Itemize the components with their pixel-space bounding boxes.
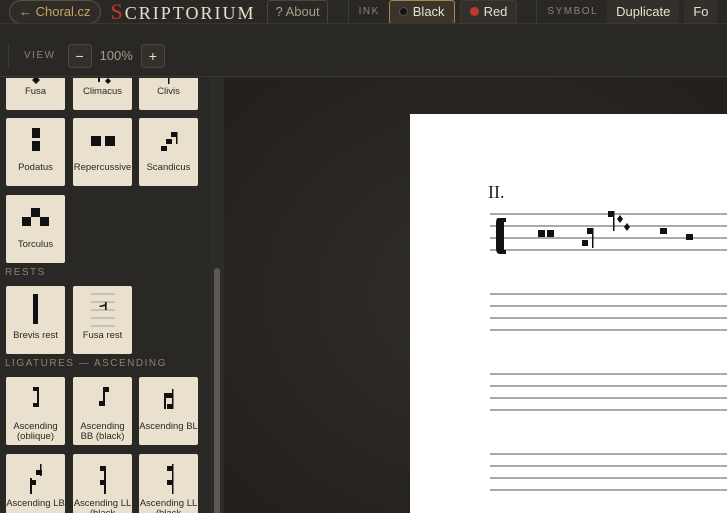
fusa-icon	[31, 78, 40, 84]
view-divider	[8, 43, 9, 69]
tile-label: Repercussive	[73, 162, 132, 173]
tile-label: Fusa rest	[82, 330, 123, 341]
repercussive-icon	[90, 136, 115, 146]
brevis-rest-icon	[32, 294, 38, 324]
tile-label: Clivis	[157, 86, 180, 97]
tile-label: Ascending BB (black)	[80, 421, 125, 442]
palette-tile-ascending-ll-black-2[interactable]: Ascending LL (black	[139, 454, 198, 513]
staff-1	[490, 213, 727, 251]
tile-label: Podatus	[18, 162, 53, 173]
tile-label: Scandicus	[146, 162, 191, 173]
score-sheet[interactable]: II.	[410, 114, 727, 513]
palette-tile-fusa-rest[interactable]: Fusa rest	[73, 286, 132, 354]
app-logo: S CRIPTORIUM	[110, 0, 256, 24]
fusa-rest-icon	[90, 293, 115, 327]
ink-black-label: Black	[412, 4, 445, 19]
fo-button[interactable]: Fo	[684, 0, 718, 23]
palette-tile-podatus[interactable]: Podatus	[6, 118, 65, 186]
rests-section-label: RESTS	[5, 267, 46, 278]
climacus-icon	[97, 78, 111, 84]
ink-black-button[interactable]: Black	[388, 0, 455, 23]
staff-3	[490, 373, 727, 411]
palette-tile-repercussive[interactable]: Repercussive	[73, 118, 132, 186]
staff-area	[490, 211, 727, 491]
torculus-icon	[21, 208, 49, 226]
tile-label: Ascending LB	[6, 498, 65, 509]
back-to-choral-button[interactable]: ← Choral.cz	[9, 0, 101, 23]
ligature-bl-icon	[163, 389, 173, 409]
ligatures-ascending-section-label: LIGATURES — ASCENDING	[5, 358, 167, 369]
c-clef	[496, 218, 506, 254]
ink-red-label: Red	[483, 4, 508, 19]
view-toolbar: VIEW − 100% +	[0, 35, 727, 77]
podatus-icon	[31, 128, 40, 151]
symbol-palette: Fusa Climacus Clivis Podatus Repercussiv…	[0, 78, 210, 513]
ligature-lb-icon	[29, 464, 42, 494]
palette-tile-ascending-bl[interactable]: Ascending BL	[139, 377, 198, 445]
red-dot-icon	[469, 7, 479, 16]
zoom-in-button[interactable]: +	[140, 43, 165, 68]
tile-label: Climacus	[82, 86, 123, 97]
scandicus-icon	[160, 132, 177, 151]
score-canvas[interactable]: II.	[224, 78, 727, 513]
zoom-out-button[interactable]: −	[67, 43, 92, 68]
symbol-label: SYMBOL	[547, 6, 599, 17]
staff-4	[490, 453, 727, 491]
tile-label: Torculus	[17, 239, 54, 250]
palette-tile-ascending-bb[interactable]: Ascending BB (black)	[73, 377, 132, 445]
black-dot-icon	[398, 7, 408, 16]
palette-tile-brevis-rest[interactable]: Brevis rest	[6, 286, 65, 354]
logo-rest: CRIPTORIUM	[124, 2, 256, 23]
tile-label: Ascending LL (black	[73, 498, 132, 513]
ligature-bb-icon	[98, 387, 109, 406]
ligature-ll-black-2-icon	[166, 464, 173, 494]
palette-scrollbar[interactable]	[210, 78, 224, 513]
toolbar-divider	[536, 0, 538, 23]
palette-tile-ascending-oblique[interactable]: Ascending (oblique)	[6, 377, 65, 445]
palette-tile-clivis[interactable]: Clivis	[139, 78, 198, 110]
tile-label: Brevis rest	[13, 330, 58, 341]
duplicate-button[interactable]: Duplicate	[607, 0, 680, 23]
tile-label: Ascending (oblique)	[13, 421, 58, 442]
toolbar-divider	[347, 0, 349, 23]
tile-label: Ascending LL (black	[139, 498, 198, 513]
about-button[interactable]: ? About	[267, 0, 328, 23]
staff-2	[490, 293, 727, 331]
palette-tile-ascending-lb[interactable]: Ascending LB	[6, 454, 65, 513]
tile-label: Fusa	[24, 86, 47, 97]
ink-red-button[interactable]: Red	[459, 0, 518, 23]
palette-tile-torculus[interactable]: Torculus	[6, 195, 65, 263]
ink-label: INK	[358, 6, 380, 17]
zoom-level: 100%	[99, 48, 133, 63]
clivis-icon	[167, 78, 169, 84]
palette-tile-scandicus[interactable]: Scandicus	[139, 118, 198, 186]
view-label: VIEW	[24, 50, 56, 61]
scrollbar-thumb[interactable]	[214, 268, 220, 513]
ligature-oblique-icon	[32, 387, 39, 407]
scriptorium-app: ← Choral.cz S CRIPTORIUM ? About INK Bla…	[0, 0, 727, 513]
palette-tile-climacus[interactable]: Climacus	[73, 78, 132, 110]
neumes-staff-1	[538, 211, 693, 248]
top-toolbar: ← Choral.cz S CRIPTORIUM ? About INK Bla…	[0, 0, 727, 24]
palette-tile-fusa[interactable]: Fusa	[6, 78, 65, 110]
tile-label: Ascending BL	[139, 421, 198, 432]
logo-initial: S	[110, 0, 125, 24]
palette-tile-ascending-ll-black[interactable]: Ascending LL (black	[73, 454, 132, 513]
ligature-ll-black-icon	[99, 466, 106, 494]
